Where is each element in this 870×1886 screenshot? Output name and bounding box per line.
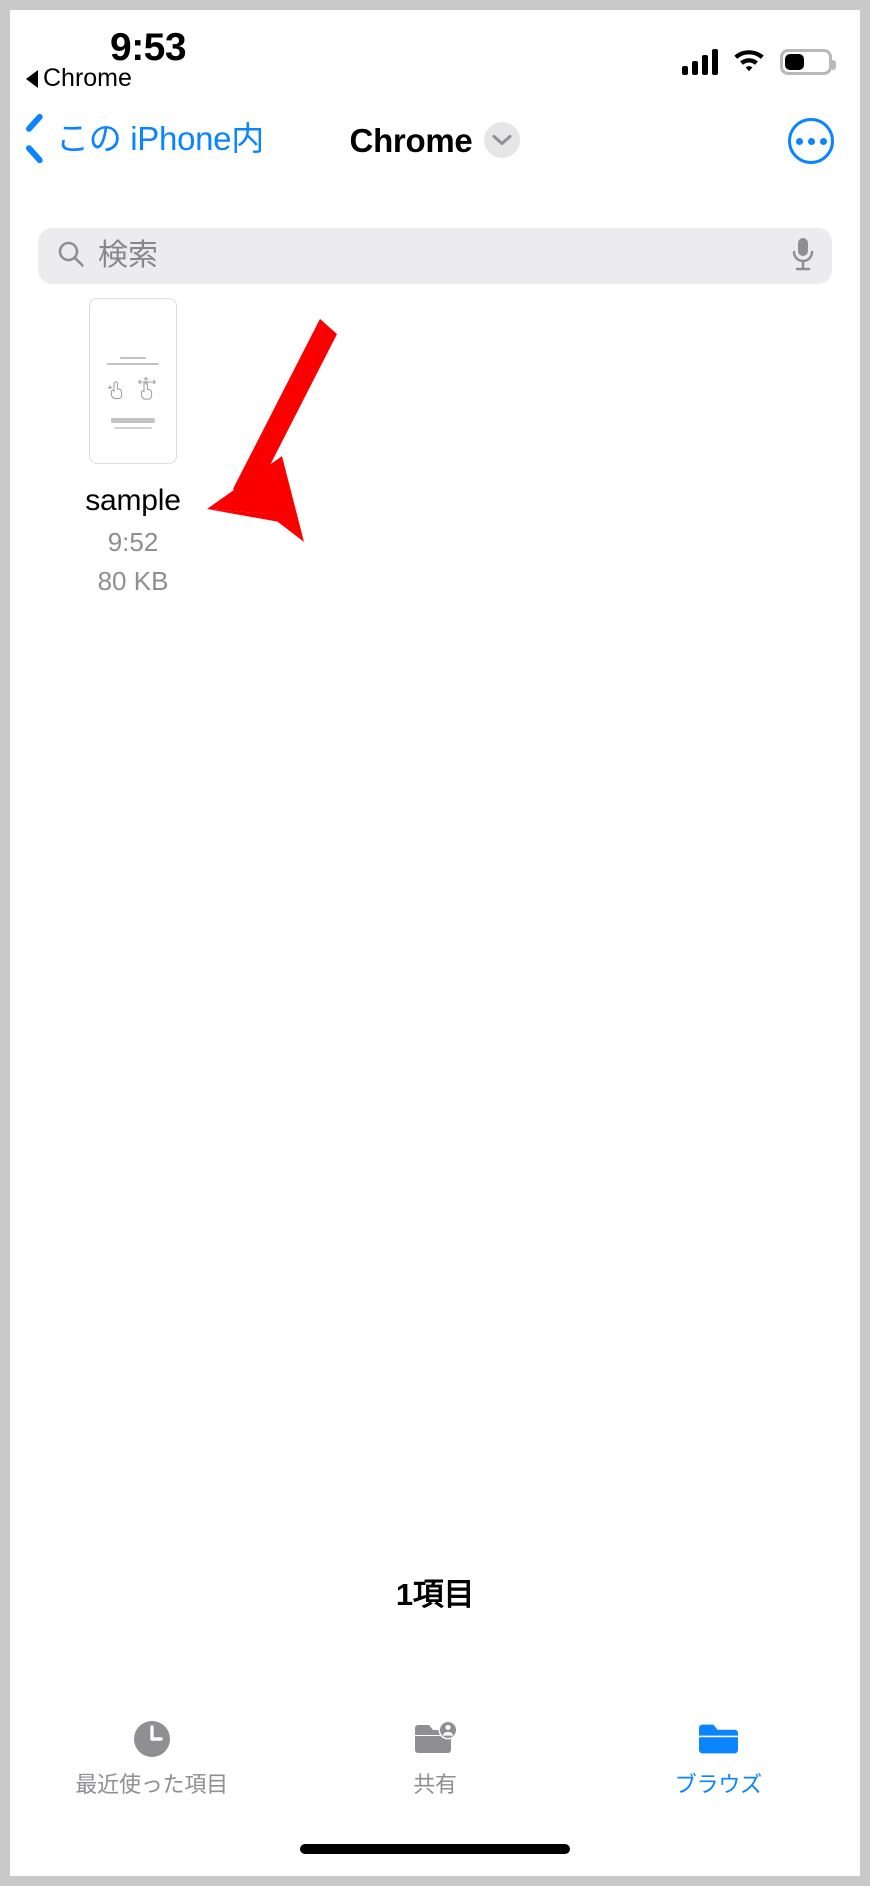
microphone-icon[interactable] — [790, 236, 816, 277]
file-browser-content: sample 9:52 80 KB — [10, 286, 860, 1876]
home-indicator-bar[interactable] — [300, 1844, 570, 1854]
tab-label-recents: 最近使った項目 — [75, 1772, 228, 1797]
back-button[interactable]: この iPhone内 — [24, 120, 264, 156]
iphone-screen: 9:53 Chrome この iPhone内 Chrome 検索 sample … — [0, 0, 870, 1886]
battery-icon — [780, 48, 836, 75]
status-bar-time: 9:53 — [110, 26, 187, 69]
tab-label-shared: 共有 — [413, 1772, 457, 1797]
file-grid: sample 9:52 80 KB — [38, 298, 832, 598]
status-bar-indicators — [682, 46, 836, 77]
tab-browse[interactable]: ブラウズ — [577, 1704, 860, 1796]
ellipsis-dot — [819, 137, 827, 145]
triangle-left-icon — [26, 69, 38, 88]
page-title: Chrome — [349, 121, 473, 159]
chevron-down-icon[interactable] — [484, 122, 521, 158]
battery-fill — [785, 53, 805, 70]
chevron-left-icon — [24, 120, 46, 156]
ellipsis-dot — [807, 137, 815, 145]
tab-bar: 最近使った項目 共有 ブラウズ — [10, 1704, 860, 1824]
search-area: 検索 — [10, 190, 860, 286]
file-item-sample[interactable]: sample 9:52 80 KB — [38, 298, 228, 598]
folder-icon — [694, 1714, 742, 1764]
tab-recents[interactable]: 最近使った項目 — [10, 1704, 293, 1796]
tab-shared[interactable]: 共有 — [293, 1704, 576, 1796]
shared-folder-person-icon — [411, 1714, 459, 1764]
status-bar: 9:53 Chrome — [10, 10, 860, 102]
status-bar-back-to-app[interactable]: Chrome — [26, 66, 132, 91]
thumbnail-heading-lines — [102, 357, 164, 365]
file-name: sample — [85, 484, 181, 517]
file-time: 9:52 — [107, 526, 159, 557]
navigation-bar: この iPhone内 Chrome — [10, 102, 860, 190]
status-bar-back-app-label: Chrome — [43, 64, 132, 92]
thumbnail-signature — [90, 418, 176, 429]
search-placeholder: 検索 — [98, 239, 158, 272]
item-count-label: 1項目 — [395, 1577, 475, 1612]
ellipsis-dot — [795, 137, 803, 145]
wifi-icon — [732, 46, 766, 77]
cellular-bars-icon — [682, 48, 718, 75]
clock-icon — [130, 1714, 174, 1764]
back-button-label: この iPhone内 — [56, 119, 264, 157]
app-viewport: 9:53 Chrome この iPhone内 Chrome 検索 sample … — [10, 10, 860, 1876]
file-size: 80 KB — [97, 566, 169, 596]
document-preview-thumbnail — [89, 298, 177, 464]
tab-label-browse: ブラウズ — [674, 1772, 762, 1797]
search-input[interactable]: 検索 — [38, 228, 832, 284]
thumbnail-gesture-icons — [108, 377, 158, 401]
ellipsis-circle-icon[interactable] — [788, 118, 834, 164]
search-icon — [56, 239, 86, 274]
